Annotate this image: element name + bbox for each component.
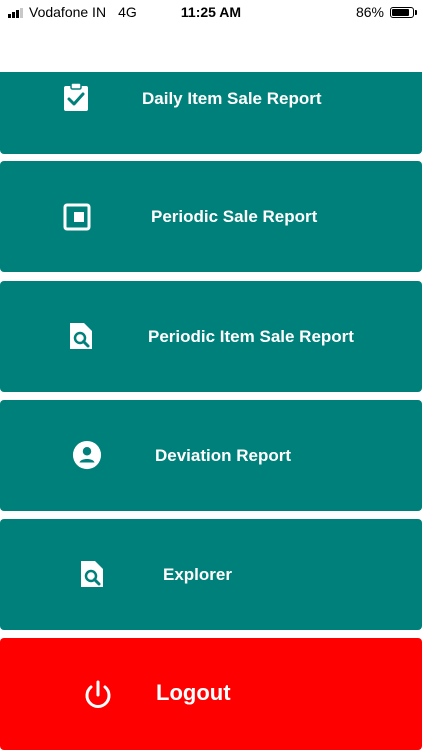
logout-label: Logout — [156, 680, 231, 705]
square-frame-icon — [62, 202, 92, 232]
menu-item-periodic-item-sale-report[interactable]: Periodic Item Sale Report — [0, 281, 422, 392]
logout-button[interactable]: Logout — [0, 638, 422, 750]
menu-item-label: Daily Item Sale Report — [142, 89, 322, 108]
account-circle-icon — [72, 440, 102, 470]
menu-item-label: Periodic Sale Report — [151, 207, 318, 226]
battery-percent-label: 86% — [355, 4, 384, 20]
menu-item-label: Explorer — [163, 565, 232, 584]
menu-item-daily-item-sale-report[interactable]: Daily Item Sale Report — [0, 72, 422, 154]
status-bar: Vodafone IN 4G 11:25 AM 86% — [0, 0, 422, 24]
document-search-icon — [77, 559, 107, 589]
menu-item-explorer[interactable]: Explorer — [0, 519, 422, 630]
clipboard-check-icon — [61, 82, 91, 112]
menu-item-periodic-sale-report[interactable]: Periodic Sale Report — [0, 161, 422, 272]
menu-item-deviation-report[interactable]: Deviation Report — [0, 400, 422, 511]
menu-item-label: Deviation Report — [155, 446, 292, 465]
document-search-icon — [66, 321, 96, 351]
power-icon — [81, 678, 115, 712]
status-right: 86% — [355, 4, 417, 20]
battery-icon — [390, 6, 417, 18]
menu-item-label: Periodic Item Sale Report — [148, 327, 354, 346]
